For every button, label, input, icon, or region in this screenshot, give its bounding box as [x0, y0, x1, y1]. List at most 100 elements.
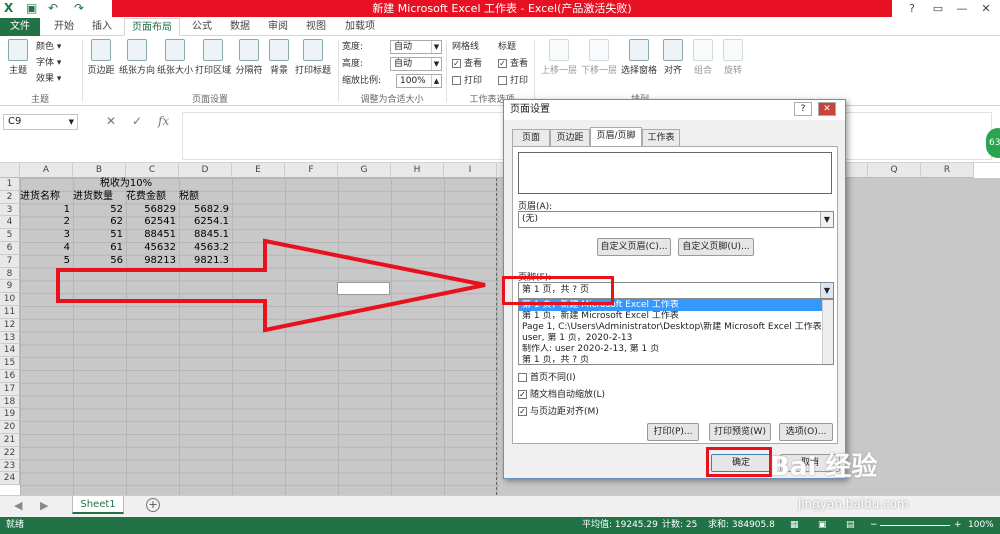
- zoom-slider[interactable]: [880, 525, 950, 526]
- colors-button[interactable]: 颜色 ▾: [36, 40, 61, 54]
- breaks-label: 分隔符: [235, 66, 263, 76]
- print-titles-button[interactable]: 打印标题: [294, 39, 332, 76]
- orientation-button[interactable]: 纸张方向: [118, 39, 156, 76]
- breaks-button[interactable]: 分隔符: [234, 39, 264, 76]
- height-value: 自动: [394, 59, 413, 69]
- footer-option[interactable]: Page 1, C:\Users\Administrator\Desktop\新…: [519, 322, 833, 333]
- custom-footer-button[interactable]: 自定义页脚(U)...: [678, 238, 754, 256]
- headings-print-checkbox[interactable]: 打印: [498, 74, 528, 88]
- bring-forward-button[interactable]: 上移一层: [540, 39, 578, 76]
- baidu-watermark-url: jingyan.baidu.com: [798, 497, 909, 511]
- align-button[interactable]: 对齐: [660, 39, 686, 76]
- dialog-close-button[interactable]: ✕: [818, 102, 836, 116]
- height-combo[interactable]: 自动 ▼: [390, 57, 442, 71]
- align-icon: [663, 39, 683, 61]
- scroll-left-icon[interactable]: ◀: [14, 499, 22, 512]
- tab-addins[interactable]: 加载项: [340, 18, 380, 36]
- width-combo[interactable]: 自动 ▼: [390, 40, 442, 54]
- tab-home[interactable]: 开始: [48, 18, 80, 36]
- undo-icon[interactable]: ↶: [48, 1, 58, 15]
- dtab-margins[interactable]: 页边距: [550, 129, 590, 146]
- align-margins-checkbox[interactable]: ✓ 与页边距对齐(M): [518, 406, 599, 418]
- tab-view[interactable]: 视图: [300, 18, 332, 36]
- print-titles-label: 打印标题: [294, 66, 331, 76]
- footer-option[interactable]: 制作人: user 2020-2-13, 第 1 页: [519, 344, 833, 355]
- tab-data[interactable]: 数据: [224, 18, 256, 36]
- themes-button[interactable]: 主题: [4, 39, 32, 76]
- print-preview-button[interactable]: 打印预览(W): [709, 423, 771, 441]
- ribbon-display-button[interactable]: ▭: [926, 0, 950, 17]
- gridlines-print-checkbox[interactable]: 打印: [452, 74, 482, 88]
- print-area-button[interactable]: 打印区域: [194, 39, 232, 76]
- close-button[interactable]: ✕: [974, 0, 998, 17]
- row-header-17[interactable]: 17: [0, 382, 20, 396]
- row-header-19[interactable]: 19: [0, 408, 20, 422]
- row-header-23[interactable]: 23: [0, 459, 20, 473]
- column-header-q[interactable]: Q: [868, 163, 921, 178]
- headings-view-checkbox[interactable]: ✓ 查看: [498, 57, 528, 71]
- zoom-in-icon[interactable]: +: [954, 517, 962, 534]
- tab-insert[interactable]: 插入: [86, 18, 118, 36]
- footer-option[interactable]: 第 1 页，新建 Microsoft Excel 工作表: [519, 311, 833, 322]
- scale-input[interactable]: 100% ▲: [396, 74, 442, 88]
- custom-header-button[interactable]: 自定义页眉(C)...: [597, 238, 671, 256]
- status-average: 平均值: 19245.29: [582, 520, 658, 530]
- size-button[interactable]: 纸张大小: [156, 39, 194, 76]
- enter-icon[interactable]: ✓: [132, 114, 142, 128]
- tab-review[interactable]: 审阅: [262, 18, 294, 36]
- row-header-20[interactable]: 20: [0, 421, 20, 434]
- header-select[interactable]: (无) ▼: [518, 211, 834, 228]
- margins-button[interactable]: 页边距: [86, 39, 116, 76]
- minimize-button[interactable]: —: [950, 0, 974, 17]
- row-header-16[interactable]: 16: [0, 370, 20, 383]
- headings-print-label: 打印: [510, 76, 529, 86]
- print-button[interactable]: 打印(P)...: [647, 423, 699, 441]
- function-icon[interactable]: fx: [158, 114, 169, 128]
- scroll-right-icon[interactable]: ▶: [40, 499, 48, 512]
- sheet-tab-sheet1[interactable]: Sheet1: [72, 496, 124, 514]
- dialog-help-button[interactable]: ?: [794, 102, 812, 116]
- dtab-header-footer[interactable]: 页眉/页脚: [590, 127, 642, 147]
- zoom-out-icon[interactable]: −: [870, 517, 878, 534]
- background-button[interactable]: 背景: [266, 39, 292, 76]
- footer-option[interactable]: 第 1 页，共 ? 页: [519, 355, 833, 364]
- row-header-21[interactable]: 21: [0, 434, 20, 447]
- scale-with-doc-checkbox[interactable]: ✓ 随文档自动缩放(L): [518, 389, 605, 401]
- name-box[interactable]: C9 ▼: [3, 114, 78, 130]
- page-break-view-icon[interactable]: ▤: [846, 517, 855, 534]
- save-icon[interactable]: ▣: [26, 1, 37, 15]
- normal-view-icon[interactable]: ▦: [790, 517, 799, 534]
- fonts-button[interactable]: 字体 ▾: [36, 56, 61, 70]
- dtab-page[interactable]: 页面: [512, 129, 550, 146]
- send-backward-button[interactable]: 下移一层: [580, 39, 618, 76]
- options-button[interactable]: 选项(O)...: [779, 423, 833, 441]
- selection-pane-label: 选择窗格: [620, 66, 657, 76]
- cancel-icon[interactable]: ✕: [106, 114, 116, 128]
- list-scrollbar[interactable]: [822, 300, 833, 364]
- dtab-sheet[interactable]: 工作表: [642, 129, 680, 146]
- selection-pane-button[interactable]: 选择窗格: [620, 39, 658, 76]
- help-button[interactable]: ?: [900, 0, 924, 17]
- themes-label: 主题: [8, 66, 27, 76]
- zoom-level[interactable]: 100%: [968, 517, 994, 534]
- column-header-r[interactable]: R: [921, 163, 974, 178]
- tab-page-layout[interactable]: 页面布局: [124, 18, 180, 36]
- different-first-checkbox[interactable]: 首页不同(I): [518, 372, 576, 384]
- gridlines-view-checkbox[interactable]: ✓ 查看: [452, 57, 482, 71]
- row-header-18[interactable]: 18: [0, 395, 20, 409]
- tab-file[interactable]: 文件: [0, 18, 40, 36]
- page-layout-view-icon[interactable]: ▣: [818, 517, 827, 534]
- gridlines-print-label: 打印: [464, 76, 483, 86]
- different-first-label: 首页不同(I): [530, 373, 576, 383]
- tab-formulas[interactable]: 公式: [186, 18, 218, 36]
- footer-option[interactable]: user, 第 1 页，2020-2-13: [519, 333, 833, 344]
- rotate-button[interactable]: 旋转: [720, 39, 746, 76]
- row-header-24[interactable]: 24: [0, 472, 20, 486]
- scale-value: 100%: [400, 76, 426, 86]
- add-sheet-icon[interactable]: +: [146, 498, 160, 512]
- redo-icon[interactable]: ↷: [74, 1, 84, 15]
- row-header-22[interactable]: 22: [0, 446, 20, 460]
- effects-button[interactable]: 效果 ▾: [36, 72, 61, 86]
- group-button[interactable]: 组合: [690, 39, 716, 76]
- footer-options-list[interactable]: 第 1 页，新建 Microsoft Excel 工作表第 1 页，新建 Mic…: [518, 299, 834, 365]
